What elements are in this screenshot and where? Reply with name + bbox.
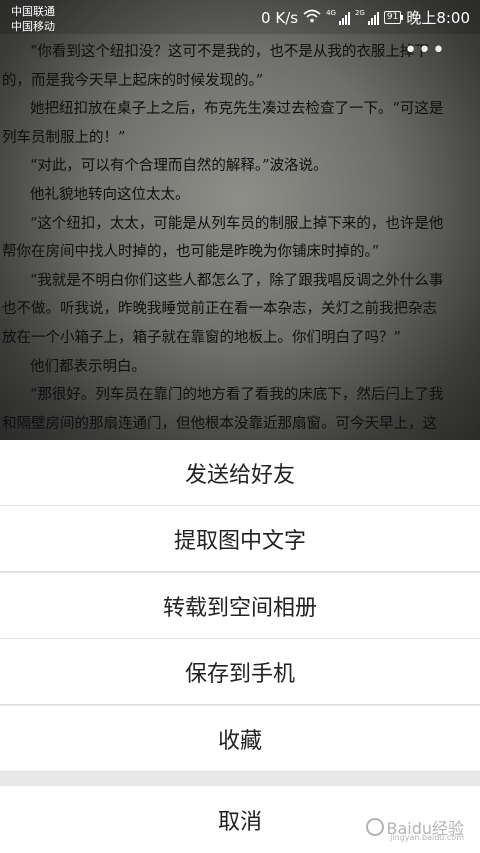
photo-text-line: 他们都表示明白。	[30, 358, 146, 375]
carrier-1: 中国联通	[11, 5, 55, 18]
photo-text-line: “这个纽扣，太太，可能是从列车员的制服上掉下来的，也许是他	[30, 215, 444, 232]
wifi-icon	[303, 9, 321, 27]
photo-text: “你看到这个纽扣没？这可不是我的，也不是从我的衣服上掉下 的，而是我今天早上起床的…	[2, 38, 478, 440]
photo-text-line: “我就是不明白你们这些人都怎么了，除了跟我唱反调之外什么事	[30, 272, 444, 289]
photo-text-line: “那很好。列车员在靠门的地方看了看我的床底下，然后闩上了我	[30, 387, 444, 404]
battery-icon: 91	[383, 11, 404, 24]
status-bar: 中国联通 中国移动 0 K/s 4G 2G 91 晚上8:00	[0, 0, 480, 34]
action-sheet: 发送给好友 提取图中文字 转载到空间相册 保存到手机 收藏 取消 Baidu经验…	[0, 440, 480, 853]
photo-text-line: 列车员制服上的！”	[2, 129, 126, 146]
more-options-icon[interactable]: •••	[404, 38, 446, 63]
photo-preview: “你看到这个纽扣没？这可不是我的，也不是从我的衣服上掉下 的，而是我今天早上起床的…	[0, 0, 480, 440]
photo-text-line: 和隔壁房间的那扇连通门，但他根本没靠近那扇窗。可今天早上，这	[2, 415, 437, 432]
network-type-1: 4G	[326, 8, 336, 17]
watermark-url: jingyan.baidu.com	[390, 833, 464, 842]
menu-item-repost-to-album[interactable]: 转载到空间相册	[0, 573, 480, 639]
baidu-paw-icon	[366, 818, 385, 836]
network-type-2: 2G	[354, 8, 365, 17]
watermark: Baidu经验 jingyan.baidu.com	[366, 815, 464, 842]
photo-text-line: 帮你在房间中找人时掉的，也可能是昨晚为你铺床时掉的。”	[2, 244, 380, 261]
network-speed: 0 K/s	[261, 8, 299, 27]
photo-text-line: 他礼貌地转向这位太太。	[30, 186, 190, 203]
photo-text-line: 也不做。听我说，昨晚我睡觉前正在看一本杂志，关灯之前我把杂志	[2, 301, 437, 318]
carrier-2: 中国移动	[11, 20, 55, 33]
menu-item-save-to-phone[interactable]: 保存到手机	[0, 639, 480, 705]
clock: 晚上8:00	[406, 9, 470, 27]
photo-text-line: “对此，可以有个合理而自然的解释。”波洛说。	[30, 158, 328, 175]
photo-text-line: 放在一个小箱子上，箱子就在靠窗的地板上。你们明白了吗？”	[2, 329, 401, 346]
photo-text-line: 的，而是我今天早上起床的时候发现的。”	[2, 72, 264, 89]
menu-item-extract-text[interactable]: 提取图中文字	[0, 506, 480, 572]
signal-icon-1	[338, 11, 350, 25]
menu-item-send-to-friend[interactable]: 发送给好友	[0, 440, 480, 506]
menu-item-favorite[interactable]: 收藏	[0, 706, 480, 772]
signal-icon-2	[367, 11, 379, 25]
photo-text-line: 她把纽扣放在桌子上之后，布克先生凑过去检查了一下。“可这是	[30, 101, 444, 118]
